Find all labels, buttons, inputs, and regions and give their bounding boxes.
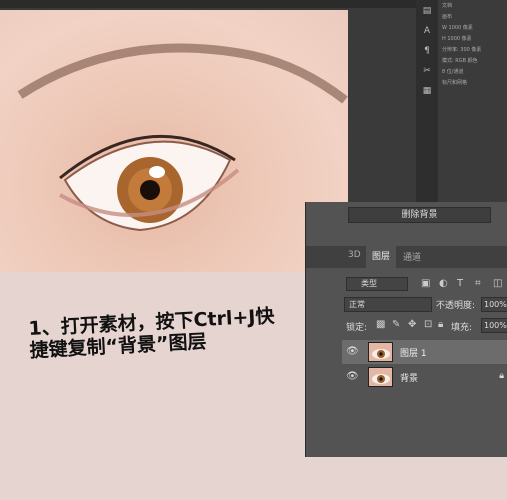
layer-thumbnail (368, 367, 393, 387)
visibility-eye-icon[interactable]: 👁︎ (346, 371, 359, 382)
prop-line[interactable]: W 1000 像素 (438, 22, 507, 33)
paragraph-icon[interactable]: ¶ (420, 46, 434, 60)
delete-background-button[interactable]: 删除背景 (348, 207, 491, 223)
type-filter-icon[interactable]: T (457, 278, 463, 289)
lock-label: 锁定: (346, 323, 368, 333)
opacity-label: 不透明度: (436, 301, 476, 311)
lock-transparent-icon[interactable]: ▩ (376, 319, 385, 330)
filter-type-select[interactable]: 类型 (346, 277, 408, 291)
lock-all-icon[interactable]: 🔒︎ (438, 319, 443, 330)
shape-filter-icon[interactable]: ⌗ (475, 278, 481, 289)
tab-channels[interactable]: 通道 (403, 250, 421, 263)
fill-input[interactable]: 100% (481, 318, 507, 333)
instruction-text: 1、打开素材，按下Ctrl+J快 捷键复制“背景”图层 (28, 303, 310, 362)
grid-icon[interactable]: ▦ (420, 86, 434, 100)
layer-row-background[interactable]: 👁︎ 背景 🔒︎ (342, 365, 507, 389)
prop-line: 标尺和网格 (442, 80, 468, 86)
prop-line[interactable]: 模式: RGB 颜色 (438, 55, 507, 66)
layer-thumbnail (368, 342, 393, 362)
tab-3d[interactable]: 3D (348, 250, 361, 260)
layer-row-layer1[interactable]: 👁︎ 图层 1 (342, 340, 507, 364)
tab-layers[interactable]: 图层 (366, 246, 396, 268)
eye-image (17, 43, 348, 232)
lock-artboard-icon[interactable]: ⊡ (424, 319, 432, 330)
prop-line: 画布 (442, 14, 453, 20)
tool-strip: ▤ A ¶ ✂ ▦ (416, 0, 438, 205)
panel-tabs: 3D 图层 通道 (306, 246, 507, 268)
layers-panel: 删除背景 3D 图层 通道 类型 ▣ ◐ T ⌗ ◫ 正常 不透明度: 100%… (305, 202, 507, 457)
layer-name[interactable]: 图层 1 (400, 346, 427, 359)
blend-mode-select[interactable]: 正常 (344, 297, 432, 312)
layer-filter-row: 类型 ▣ ◐ T ⌗ ◫ (306, 274, 507, 294)
lock-brush-icon[interactable]: ✎ (392, 319, 400, 330)
prop-line: 文档 (442, 3, 453, 9)
lock-icon: 🔒︎ (499, 371, 504, 381)
lock-move-icon[interactable]: ✥ (408, 319, 416, 330)
prop-line: 分辨率: 300 像素 (442, 47, 482, 53)
document-icon[interactable]: ▤ (420, 6, 434, 20)
fill-label: 填充: (451, 323, 473, 333)
properties-panel: 文档 画布 W 1000 像素 H 1000 像素 分辨率: 300 像素 模式… (438, 0, 507, 205)
adjustment-filter-icon[interactable]: ◐ (439, 278, 448, 289)
image-filter-icon[interactable]: ▣ (421, 278, 430, 289)
opacity-input[interactable]: 100% (481, 297, 507, 312)
visibility-eye-icon[interactable]: 👁︎ (346, 346, 359, 357)
scissors-icon[interactable]: ✂ (420, 66, 434, 80)
prop-line[interactable]: 8 位/通道 (438, 66, 507, 77)
text-tool-icon[interactable]: A (420, 26, 434, 40)
prop-line[interactable]: H 1000 像素 (438, 33, 507, 44)
canvas-eye-photo[interactable] (0, 10, 348, 272)
layer-name[interactable]: 背景 (400, 371, 418, 384)
smart-object-filter-icon[interactable]: ◫ (493, 278, 502, 289)
